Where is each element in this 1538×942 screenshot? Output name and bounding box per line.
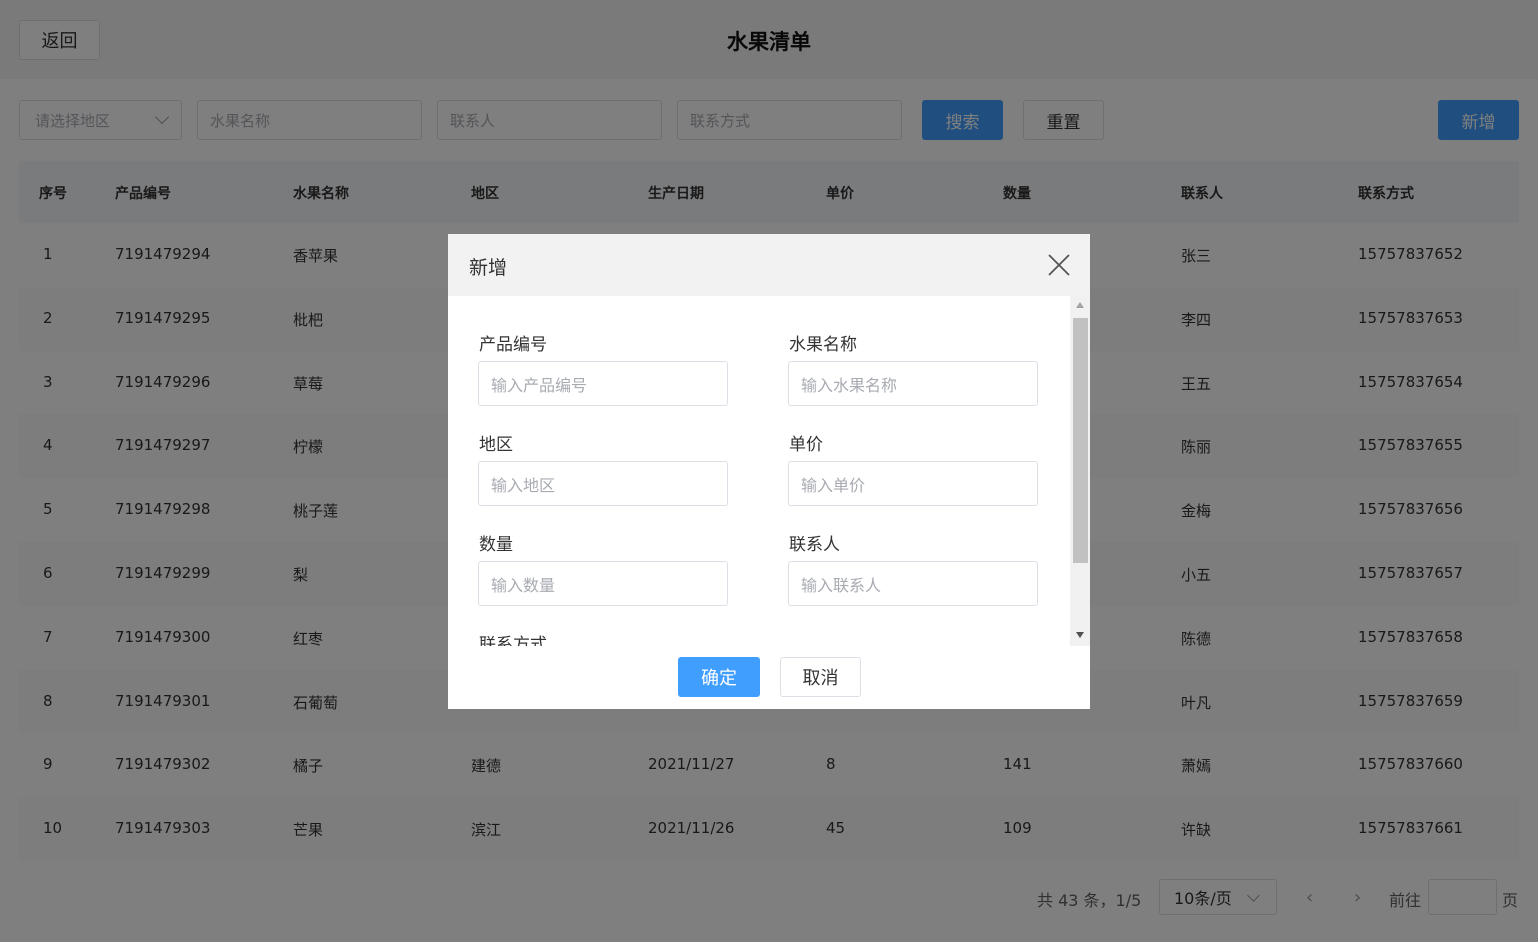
fruit-name-field[interactable]: 输入水果名称 (788, 361, 1038, 406)
add-dialog: 新增 产品编号 输入产品编号 水果名称 输入水果名称 地区 输入地区 单价 输入… (448, 234, 1090, 709)
quantity-field[interactable]: 输入数量 (478, 561, 728, 606)
contact-field[interactable]: 输入联系人 (788, 561, 1038, 606)
field-label: 水果名称 (789, 335, 857, 355)
dialog-title: 新增 (469, 257, 508, 279)
field-label: 联系方式 (479, 635, 547, 646)
dialog-scrollbar[interactable] (1070, 296, 1090, 646)
close-icon[interactable] (1046, 252, 1072, 278)
field-label: 产品编号 (479, 335, 547, 355)
scroll-down-icon[interactable] (1076, 632, 1084, 638)
dialog-form: 产品编号 输入产品编号 水果名称 输入水果名称 地区 输入地区 单价 输入单价 … (448, 296, 1070, 646)
scroll-up-icon[interactable] (1076, 302, 1084, 308)
field-label: 地区 (479, 435, 513, 455)
scrollbar-thumb[interactable] (1073, 318, 1088, 563)
dialog-header: 新增 (448, 234, 1090, 296)
field-label: 联系人 (789, 535, 840, 555)
field-label: 单价 (789, 435, 823, 455)
price-field[interactable]: 输入单价 (788, 461, 1038, 506)
product-code-input[interactable]: 输入产品编号 (478, 361, 728, 406)
cancel-button[interactable]: 取消 (780, 657, 861, 697)
field-label: 数量 (479, 535, 513, 555)
confirm-button[interactable]: 确定 (678, 657, 760, 697)
region-field[interactable]: 输入地区 (478, 461, 728, 506)
